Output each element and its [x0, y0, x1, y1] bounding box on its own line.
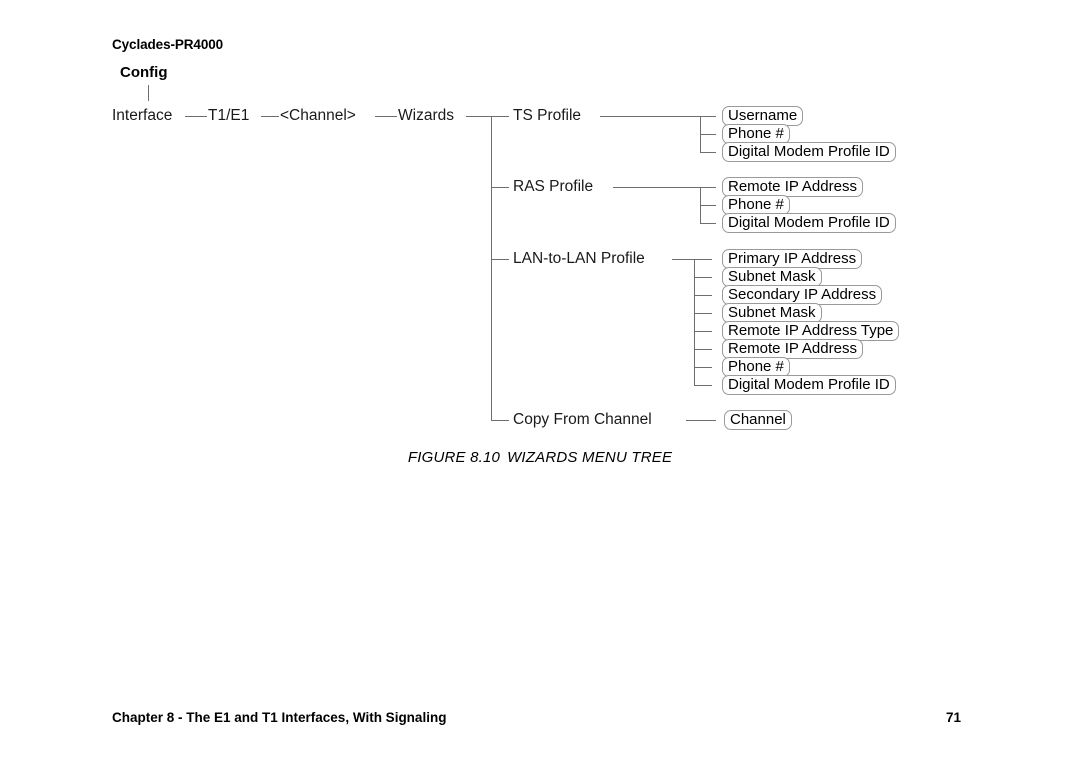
tree-node-ras-profile: RAS Profile — [513, 178, 594, 195]
connector-lan-child-1 — [694, 277, 712, 278]
leaf-remote-ip-address-type[interactable]: Remote IP Address Type — [722, 321, 900, 341]
leaf-digital-modem-profile-id-ts[interactable]: Digital Modem Profile ID — [722, 142, 896, 162]
connector-ras-child-2 — [700, 223, 716, 224]
connector-ts-child-1 — [700, 134, 716, 135]
tree-node-config: Config — [120, 64, 168, 81]
leaf-username[interactable]: Username — [722, 106, 804, 126]
connector-trunk-ts-profile — [491, 116, 509, 117]
tree-node-copy-from-channel: Copy From Channel — [513, 411, 652, 428]
tree-node-wizards: Wizards — [398, 107, 454, 124]
leaf-digital-modem-profile-id-ras[interactable]: Digital Modem Profile ID — [722, 213, 896, 233]
tree-node-interface: Interface — [112, 107, 173, 124]
connector-wizards-trunk — [466, 116, 492, 117]
connector-lan-child-0 — [694, 259, 712, 260]
connector-t1e1-channel — [261, 116, 279, 117]
connector-lan-child-2 — [694, 295, 712, 296]
figure-caption-title: WIZARDS MENU TREE — [507, 449, 673, 466]
connector-config-to-interface — [148, 85, 149, 101]
connector-lan-child-7 — [694, 385, 712, 386]
connector-trunk-lan-to-lan-profile — [491, 259, 509, 260]
document-page: Cyclades-PR4000 Config Interface T1/E1 <… — [0, 0, 1080, 764]
connector-trunk-copy-from-channel — [491, 420, 509, 421]
tree-node-t1e1: T1/E1 — [208, 107, 250, 124]
footer-chapter-label: Chapter 8 - The E1 and T1 Interfaces, Wi… — [112, 710, 447, 725]
connector-lan-child-5 — [694, 349, 712, 350]
leaf-channel[interactable]: Channel — [724, 410, 792, 430]
tree-node-lan-to-lan-profile: LAN-to-LAN Profile — [513, 250, 645, 267]
leaf-phone-number-lan[interactable]: Phone # — [722, 357, 790, 377]
leaf-phone-number-ras[interactable]: Phone # — [722, 195, 790, 215]
leaf-primary-ip-address[interactable]: Primary IP Address — [722, 249, 863, 269]
connector-ts-profile-subtrunk — [600, 116, 700, 117]
connector-lan-child-3 — [694, 313, 712, 314]
connector-lan-profile-subtrunk — [672, 259, 694, 260]
tree-node-channel: <Channel> — [280, 107, 356, 124]
document-header: Cyclades-PR4000 — [112, 37, 224, 52]
leaf-remote-ip-address-lan[interactable]: Remote IP Address — [722, 339, 863, 359]
connector-ras-profile-subtrunk — [613, 187, 700, 188]
connector-ts-child-2 — [700, 152, 716, 153]
leaf-phone-number-ts[interactable]: Phone # — [722, 124, 790, 144]
connector-ts-child-0 — [700, 116, 716, 117]
leaf-subnet-mask-secondary[interactable]: Subnet Mask — [722, 303, 822, 323]
leaf-subnet-mask-primary[interactable]: Subnet Mask — [722, 267, 822, 287]
connector-main-trunk — [491, 116, 492, 420]
connector-trunk-ras-profile — [491, 187, 509, 188]
connector-ras-child-0 — [700, 187, 716, 188]
connector-channel-wizards — [375, 116, 397, 117]
figure-caption: FIGURE 8.10 WIZARDS MENU TREE — [0, 449, 1080, 466]
connector-copy-from-channel-leaf — [686, 420, 716, 421]
leaf-digital-modem-profile-id-lan[interactable]: Digital Modem Profile ID — [722, 375, 896, 395]
connector-interface-t1e1 — [185, 116, 207, 117]
connector-lan-child-4 — [694, 331, 712, 332]
tree-node-ts-profile: TS Profile — [513, 107, 582, 124]
footer-page-number: 71 — [946, 710, 962, 725]
leaf-remote-ip-address-ras[interactable]: Remote IP Address — [722, 177, 863, 197]
connector-ras-child-1 — [700, 205, 716, 206]
connector-lan-child-6 — [694, 367, 712, 368]
leaf-secondary-ip-address[interactable]: Secondary IP Address — [722, 285, 883, 305]
figure-caption-number: FIGURE 8.10 — [407, 449, 501, 466]
